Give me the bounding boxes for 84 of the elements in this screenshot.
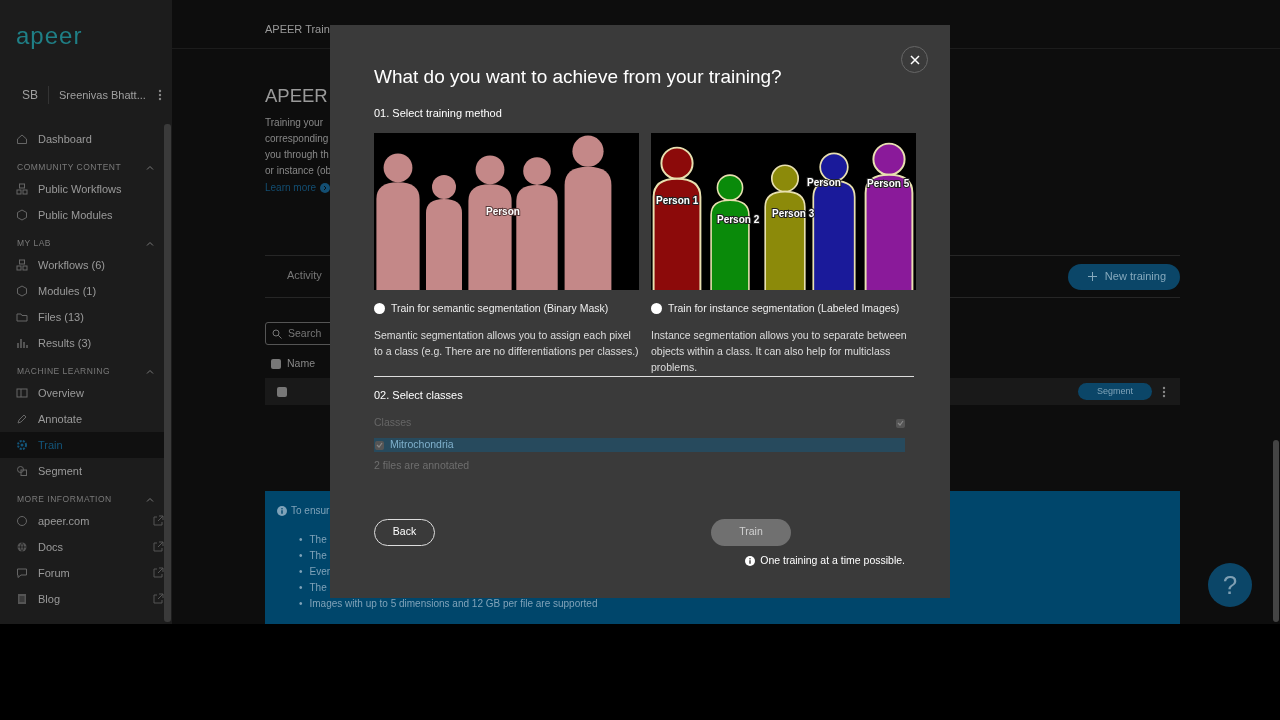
chevron-up-icon[interactable] [146,240,154,246]
shapes-icon [16,465,28,477]
modal-title: What do you want to achieve from your training? [374,65,783,89]
sidebar-item[interactable]: Modules (1) [0,278,164,304]
sidebar-item[interactable]: Public Modules [0,202,164,228]
boxes-icon [16,259,28,271]
arrow-circle-icon[interactable] [320,182,331,193]
boxes-icon [16,183,28,195]
document-icon [16,593,28,605]
sidebar-item[interactable]: Files (13) [0,304,164,330]
mask-label: Person [807,177,841,188]
help-button[interactable]: ? [1208,563,1252,607]
gear-icon [16,439,28,451]
globe-icon [16,541,28,553]
layout-icon [16,387,28,399]
info-list-item: Images with up to 5 dimensions and 12 GB per file are supported [309,597,598,611]
kebab-menu-icon[interactable] [1162,385,1166,398]
plus-icon [1087,272,1097,281]
select-all-checkbox[interactable] [896,418,905,428]
method-description: Instance segmentation allows you to separate between objects within a class. It can also help for multiclass problems. [651,328,908,375]
info-list-item: Ever [309,565,331,579]
sidebar-item[interactable]: apeer.com [0,508,164,534]
cube-icon [16,285,28,297]
circle-icon [16,515,28,527]
info-icon [745,555,756,566]
method-description: Semantic segmentation allows you to assign each pixel to a class (e.g. There are no differentiations per classes.) [374,328,639,359]
chevron-up-icon[interactable] [146,164,154,170]
chevron-up-icon[interactable] [146,496,154,502]
note-text: One training at a time possible. [760,552,905,568]
info-list-item: The [309,533,327,547]
sidebar-item[interactable]: Blog [0,586,164,612]
close-icon [909,54,920,65]
bar-chart-icon [16,337,28,349]
step-heading: 02. Select classes [374,388,464,402]
sidebar-item[interactable]: Segment [0,458,164,484]
sidebar-item[interactable]: Public Workflows [0,176,164,202]
column-header: Name [287,356,315,372]
section-heading: MACHINE LEARNING [17,364,111,378]
user-name[interactable]: Sreenivas Bhatt... [49,86,158,104]
class-label: Mitrochondria [390,437,454,453]
select-all-checkbox[interactable] [271,359,281,369]
class-row[interactable]: Mitrochondria [374,438,905,452]
bullet-marker: • [299,581,303,595]
radio-option[interactable]: Train for semantic segmentation (Binary Mask) [374,301,609,315]
sidebar-item[interactable]: Workflows (6) [0,252,164,278]
section-heading: MORE INFORMATION [17,492,113,506]
mask-label: Person 1 [656,195,699,206]
row-checkbox[interactable] [277,386,287,397]
class-checkbox[interactable] [375,440,384,450]
search-icon [272,328,282,339]
page-title: APEER Train [265,23,330,35]
folder-icon [16,311,28,323]
sidebar-item[interactable]: Forum [0,560,164,586]
bullet-marker: • [299,549,303,563]
kebab-menu-icon[interactable] [158,89,162,101]
new-training-button[interactable]: New training [1067,263,1180,290]
tab[interactable]: Activity [265,256,344,297]
speech-bubble-icon [16,567,28,579]
info-list-item: The [309,549,327,563]
info-list-item: The [309,581,327,595]
sidebar-item[interactable]: Docs [0,534,164,560]
section-heading: COMMUNITY CONTENT [17,160,123,174]
sidebar-item[interactable]: Overview [0,380,164,406]
sidebar-item[interactable]: Annotate [0,406,164,432]
step-heading: 01. Select training method [374,106,503,120]
sidebar-item[interactable]: Results (3) [0,330,164,356]
chevron-up-icon[interactable] [146,368,154,374]
logo[interactable]: apeer [0,0,172,66]
bullet-marker: • [299,597,303,611]
page-heading: APEER [265,84,329,108]
radio-option[interactable]: Train for instance segmentation (Labeled Images) [651,301,900,315]
sidebar-item[interactable]: Dashboard [0,126,164,152]
section-heading: MY LAB [17,236,53,250]
cube-icon [16,209,28,221]
bullet-marker: • [299,533,303,547]
home-icon [16,133,28,145]
segment-button[interactable]: Segment [1078,383,1152,400]
info-icon [277,505,287,516]
bullet-marker: • [299,565,303,579]
info-text: To ensur [291,504,330,518]
pencil-icon [16,413,28,425]
scrollbar[interactable] [164,124,171,622]
scrollbar[interactable] [1273,440,1279,622]
user-initials: SB [12,86,49,104]
